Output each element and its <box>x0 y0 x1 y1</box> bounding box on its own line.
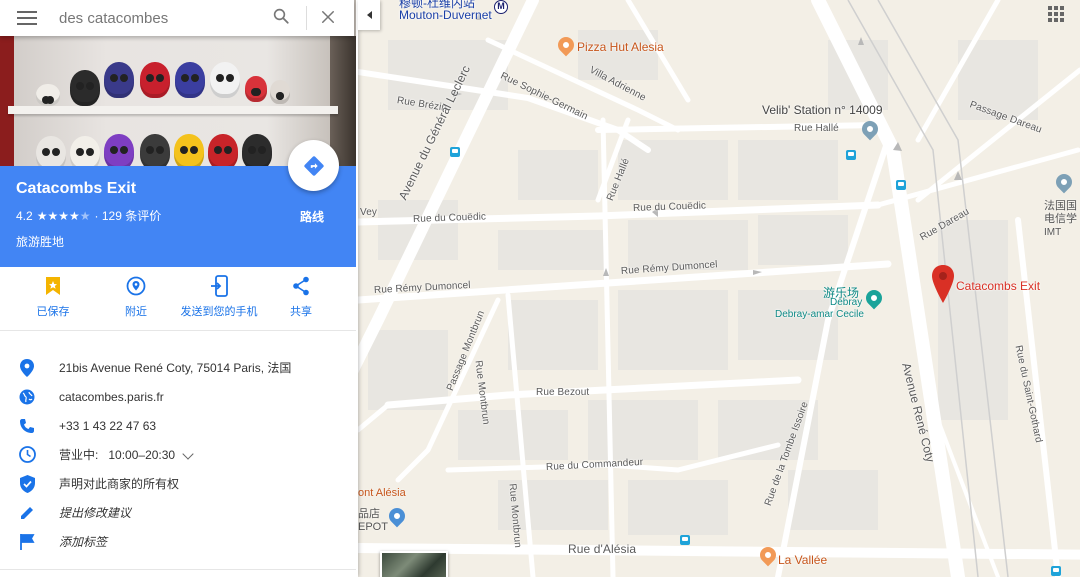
map-canvas[interactable]: Rue Brézin Avenue du Général Leclerc Rue… <box>358 0 1080 577</box>
metro-icon[interactable]: M <box>494 0 508 14</box>
search-divider <box>306 6 307 30</box>
place-marker-icon[interactable] <box>932 265 954 303</box>
star-icon: ★ <box>58 208 69 223</box>
bus-stop-icon[interactable] <box>450 147 460 157</box>
website-link[interactable]: catacombes.paris.fr <box>59 390 164 404</box>
share-label: 共享 <box>290 306 312 318</box>
collapse-panel-button[interactable] <box>358 0 380 30</box>
address-row[interactable]: 21bis Avenue René Coty, 75014 Paris, 法国 <box>0 353 356 382</box>
save-button[interactable]: 已保存 <box>8 275 98 319</box>
nearby-button[interactable]: 附近 <box>91 275 181 319</box>
claim-row[interactable]: 声明对此商家的所有权 <box>0 469 356 498</box>
maps-app: Rue Brézin Avenue du Général Leclerc Rue… <box>0 0 1080 577</box>
pencil-icon <box>18 504 36 522</box>
action-bar: 已保存 附近 发送到您的手机 共享 <box>0 267 356 331</box>
close-icon[interactable] <box>319 8 337 26</box>
hours-status: 营业中: <box>59 448 99 462</box>
nearby-label: 附近 <box>125 306 147 318</box>
star-icon: ★ <box>79 208 91 223</box>
apps-grid-icon[interactable] <box>1048 6 1064 22</box>
add-label-row[interactable]: 添加标签 <box>0 527 356 556</box>
suggest-edit-row[interactable]: 提出修改建议 <box>0 498 356 527</box>
satellite-thumbnail[interactable] <box>380 551 448 577</box>
send-to-phone-label: 发送到您的手机 <box>180 306 258 318</box>
globe-icon <box>18 388 36 406</box>
location-pin-icon <box>18 358 36 377</box>
phone-icon <box>18 417 36 435</box>
rating-stars: ★★★★★ <box>37 209 91 223</box>
website-row[interactable]: catacombes.paris.fr <box>0 382 356 411</box>
phone-text: +33 1 43 22 47 63 <box>59 418 157 433</box>
search-icon[interactable] <box>272 7 290 25</box>
star-icon: ★ <box>68 208 80 223</box>
share-button[interactable]: 共享 <box>256 275 346 319</box>
review-count[interactable]: · 129 条评价 <box>95 207 162 224</box>
bus-stop-icon[interactable] <box>846 150 856 160</box>
address-text: 21bis Avenue René Coty, 75014 Paris, 法国 <box>59 361 292 375</box>
menu-icon[interactable] <box>17 11 37 25</box>
send-to-phone-icon <box>208 275 230 297</box>
bookmark-icon <box>42 275 64 297</box>
info-list: 21bis Avenue René Coty, 75014 Paris, 法国 … <box>0 353 356 556</box>
hours-value: 10:00–20:30 <box>108 448 176 462</box>
chevron-down-icon[interactable] <box>182 448 194 460</box>
hours-text: 营业中: 10:00–20:30 <box>59 446 175 463</box>
claim-business-link[interactable]: 声明对此商家的所有权 <box>59 475 179 492</box>
share-icon <box>290 275 312 297</box>
place-category[interactable]: 旅游胜地 <box>16 233 64 250</box>
chevron-left-icon <box>366 11 372 19</box>
search-input[interactable] <box>59 9 259 27</box>
phone-row[interactable]: +33 1 43 22 47 63 <box>0 411 356 440</box>
star-icon: ★ <box>47 208 59 223</box>
bus-stop-icon[interactable] <box>680 535 690 545</box>
rating-row[interactable]: 4.2 ★★★★★ · 129 条评价 <box>16 207 161 224</box>
clock-icon <box>18 446 36 464</box>
directions-label[interactable]: 路线 <box>300 208 324 225</box>
verified-shield-icon <box>18 474 36 493</box>
search-box <box>0 0 354 36</box>
suggest-edit-link[interactable]: 提出修改建议 <box>59 504 131 521</box>
street-network <box>358 0 1080 577</box>
rating-value: 4.2 <box>16 208 33 223</box>
star-icon: ★ <box>36 208 48 223</box>
directions-button[interactable] <box>288 140 339 191</box>
bus-stop-icon[interactable] <box>896 180 906 190</box>
nearby-icon <box>125 275 147 297</box>
place-title: Catacombs Exit <box>16 180 137 197</box>
flag-icon <box>18 533 36 551</box>
place-panel: Catacombs Exit 4.2 ★★★★★ · 129 条评价 旅游胜地 … <box>0 0 358 577</box>
add-label-link[interactable]: 添加标签 <box>59 533 107 550</box>
hours-row[interactable]: 营业中: 10:00–20:30 <box>0 440 356 469</box>
send-to-phone-button[interactable]: 发送到您的手机 <box>174 275 264 319</box>
directions-icon <box>303 155 324 176</box>
bus-stop-icon[interactable] <box>1051 566 1061 576</box>
divider <box>0 569 356 570</box>
save-label: 已保存 <box>36 306 70 318</box>
